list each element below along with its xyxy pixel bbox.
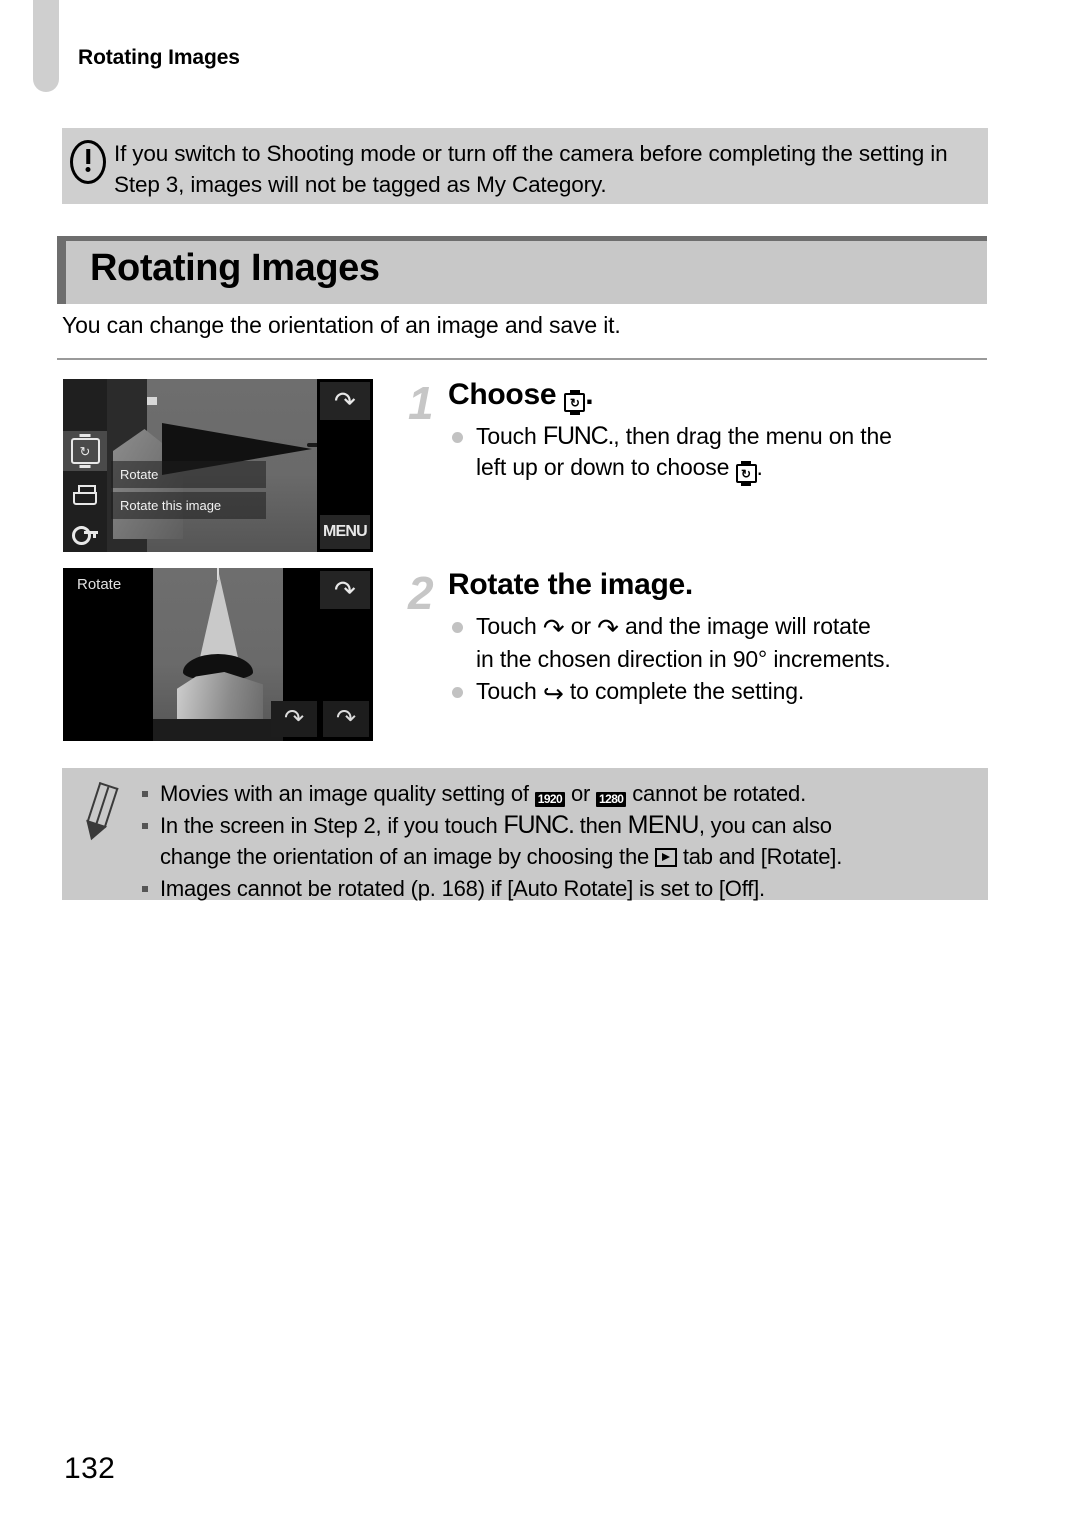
- step-1-number: 1: [408, 377, 434, 429]
- camera-screenshot-step-2: Rotate ↶ ↶ ↷: [63, 568, 373, 741]
- step-1: 1 Choose ↻. Touch FUNC., then drag the m…: [408, 378, 988, 484]
- menu-label-rotate[interactable]: Rotate: [111, 461, 266, 488]
- bullet-text-e: Touch: [476, 677, 543, 704]
- step-1-body: Touch FUNC., then drag the menu on the l…: [448, 421, 988, 483]
- rotate-counterclockwise-button[interactable]: ↶: [271, 701, 317, 737]
- pencil-note-icon: [62, 768, 140, 900]
- back-button-2[interactable]: ↶: [320, 571, 370, 609]
- bullet-text-b: , then drag the menu on the: [613, 423, 892, 449]
- rotate-icon[interactable]: ↻: [63, 431, 107, 471]
- notes-list: Movies with an image quality setting of …: [140, 768, 860, 901]
- screen-control-column: ↶ MENU: [317, 379, 373, 552]
- favorite-star-icon[interactable]: ★: [63, 541, 107, 552]
- note-text-g: change the orientation of an image by ch…: [160, 844, 655, 869]
- movie-quality-1920-badge: 1920: [534, 792, 566, 807]
- rotate-icon: ↻: [735, 464, 757, 483]
- note-item-3: Images cannot be rotated (p. 168) if [Au…: [140, 873, 842, 904]
- bullet-text-c: and the image will rotate: [618, 612, 871, 639]
- section-accent-bar: [57, 241, 66, 304]
- rotate-ccw-icon: ↶: [542, 612, 565, 643]
- rotate-clockwise-button[interactable]: ↷: [323, 701, 369, 737]
- note-bullet-icon: [142, 791, 148, 797]
- screen-title-rotate: Rotate: [77, 576, 122, 593]
- step-2-number: 2: [408, 567, 434, 619]
- step-2-heading: Rotate the image.: [448, 568, 693, 601]
- step-2-bullet-2: Touch ↩ to complete the setting.: [448, 676, 988, 710]
- section-intro-text: You can change the orientation of an ima…: [62, 312, 621, 338]
- note-item-2: In the screen in Step 2, if you touch FU…: [140, 810, 842, 872]
- func-label: FUNC.: [503, 811, 575, 839]
- note-text-b: or: [565, 781, 597, 806]
- bullet-text-a: Touch: [476, 423, 543, 449]
- movie-quality-1280-badge: 1280: [596, 792, 627, 807]
- step-2-body: Touch ↶ or ↷ and the image will rotate i…: [448, 611, 988, 710]
- print-icon[interactable]: [63, 475, 107, 515]
- caution-line-1: If you switch to Shooting mode or turn o…: [114, 141, 853, 166]
- bullet-text-f: to complete the setting.: [563, 677, 805, 704]
- step-1-heading-period: .: [585, 378, 594, 411]
- rotate-icon: ↻: [564, 393, 586, 412]
- note-bullet-icon: [142, 823, 148, 829]
- step-1-heading: Choose ↻.: [448, 378, 988, 412]
- note-text-e: then: [573, 813, 628, 838]
- func-label: FUNC.: [542, 422, 615, 450]
- menu-label-rotate-this-image[interactable]: Rotate this image: [111, 492, 266, 519]
- page-title: Rotating Images: [90, 247, 380, 289]
- back-arrow-icon: ↶: [334, 575, 356, 605]
- note-text-i: Images cannot be rotated (p. 168) if [Au…: [160, 876, 765, 901]
- bullet-text-a: Touch: [476, 612, 543, 639]
- bullet-dot-icon: [452, 432, 463, 443]
- bullet-text-b: or: [564, 612, 598, 639]
- note-text-c: cannot be rotated.: [626, 781, 807, 806]
- note-text-a: Movies with an image quality setting of: [160, 781, 535, 806]
- menu-button[interactable]: MENU: [320, 515, 370, 549]
- rotate-cw-icon: ↷: [335, 705, 357, 732]
- note-text-h: tab and [Rotate].: [676, 844, 843, 869]
- running-header: Rotating Images: [78, 46, 240, 69]
- back-button[interactable]: ↶: [320, 382, 370, 420]
- note-text-f: , you can also: [698, 813, 832, 838]
- menu-label: MENU: [627, 811, 700, 839]
- bullet-text-d: .: [756, 454, 763, 480]
- bullet-dot-icon: [452, 621, 463, 633]
- note-bullet-icon: [142, 886, 148, 892]
- rotate-cw-icon: ↷: [597, 612, 619, 643]
- step-1-heading-text: Choose: [448, 378, 557, 411]
- chapter-edge-tab: [33, 0, 59, 92]
- bullet-text-d: in the chosen direction in 90° increment…: [476, 645, 891, 672]
- step-1-bullet-1: Touch FUNC., then drag the menu on the l…: [448, 421, 988, 483]
- bullet-text-c: left up or down to choose: [476, 454, 736, 480]
- photo-thumbnail-portrait: [153, 568, 283, 741]
- step-2-bullet-1: Touch ↶ or ↷ and the image will rotate i…: [448, 611, 988, 675]
- exclamation-circle-icon: [62, 128, 114, 184]
- playback-tab-icon: [654, 848, 677, 867]
- bullet-dot-icon: [452, 686, 463, 698]
- caution-text: If you switch to Shooting mode or turn o…: [114, 128, 988, 200]
- rotation-buttons: ↶ ↷: [271, 701, 369, 737]
- notes-box: Movies with an image quality setting of …: [62, 768, 988, 901]
- caution-box: If you switch to Shooting mode or turn o…: [62, 128, 988, 204]
- page-number: 132: [64, 1452, 116, 1485]
- section-title-band: Rotating Images: [57, 236, 987, 304]
- horizontal-divider: [57, 358, 987, 360]
- back-arrow-icon: ↩: [542, 679, 564, 708]
- step-2: 2 Rotate the image. Touch ↶ or ↷ and the…: [408, 568, 988, 711]
- back-arrow-icon: ↶: [334, 386, 356, 416]
- note-item-1: Movies with an image quality setting of …: [140, 778, 842, 809]
- note-text-d: In the screen in Step 2, if you touch: [160, 813, 504, 838]
- rotate-ccw-icon: ↶: [283, 705, 305, 732]
- func-menu-icon-column[interactable]: ↻ ★: [63, 379, 107, 552]
- camera-screenshot-step-1: ↻ ★ Rotate Rotate this image ↶ MENU: [63, 379, 373, 552]
